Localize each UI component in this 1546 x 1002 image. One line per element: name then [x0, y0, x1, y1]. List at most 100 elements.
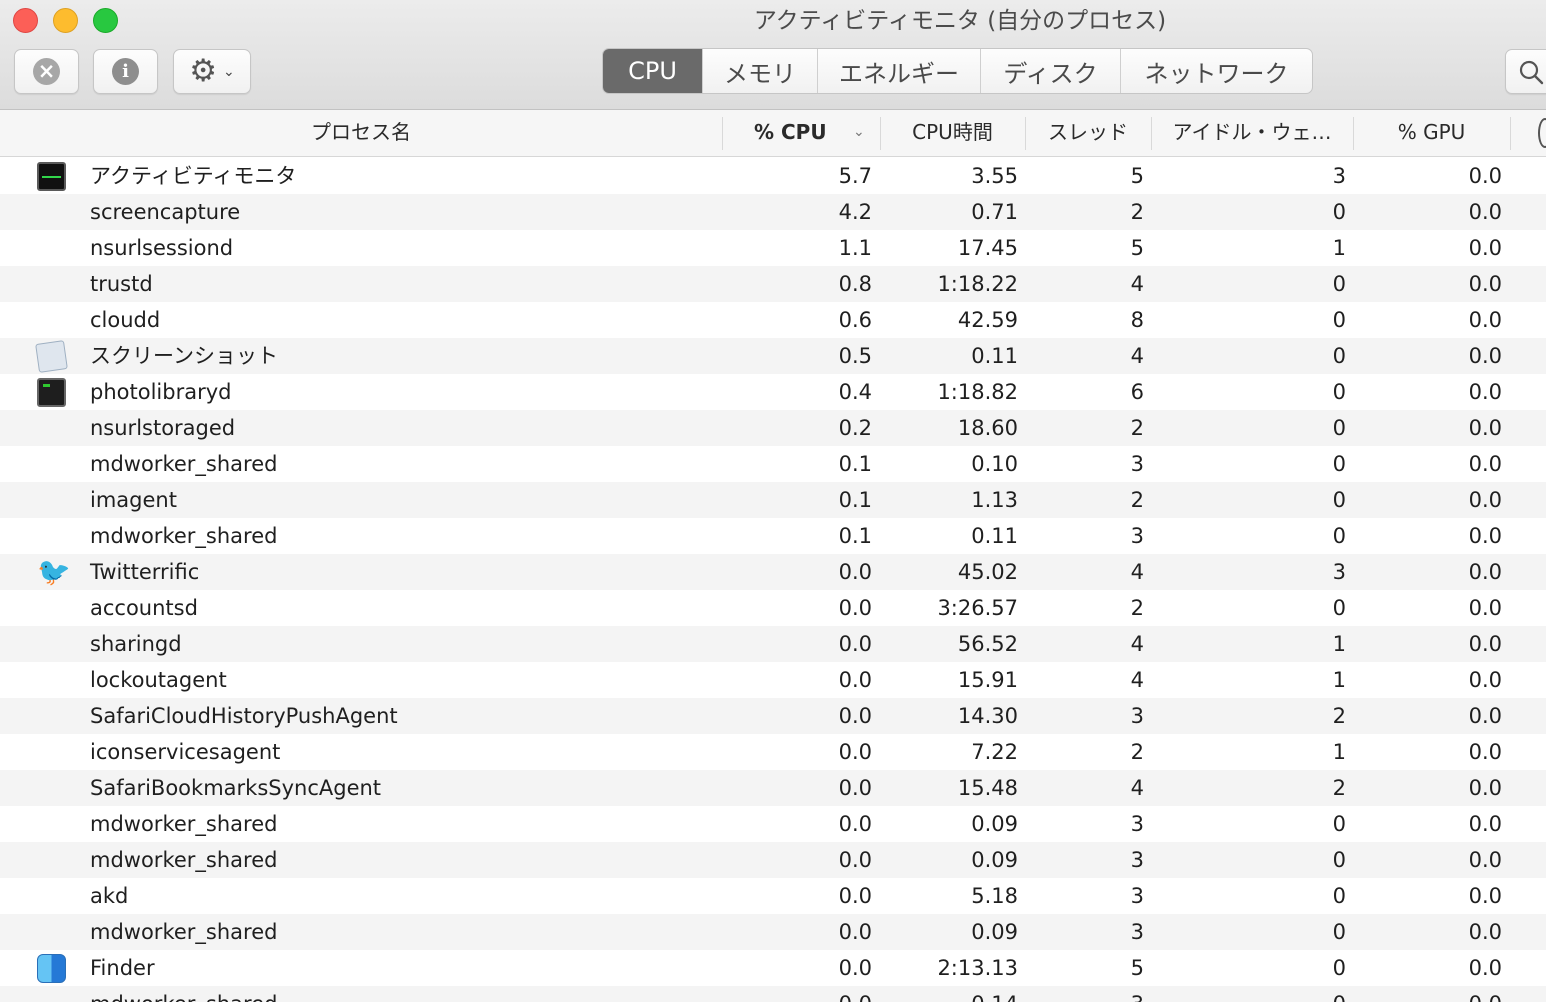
cpu-time: 2:13.13 — [937, 956, 1018, 980]
table-row[interactable]: Finder 0.0 2:13.13 5 0 0.0 — [0, 950, 1546, 986]
table-row[interactable]: nsurlsessiond 1.1 17.45 5 1 0.0 — [0, 230, 1546, 266]
search-field[interactable] — [1505, 49, 1546, 94]
gpu-percent: 0.0 — [1468, 236, 1502, 260]
table-row[interactable]: スクリーンショット 0.5 0.11 4 0 0.0 — [0, 338, 1546, 374]
table-row[interactable]: mdworker_shared 0.0 0.09 3 0 0.0 — [0, 842, 1546, 878]
column-divider[interactable] — [1510, 117, 1511, 150]
thread-count: 2 — [1130, 596, 1144, 620]
tab-disk[interactable]: ディスク — [981, 49, 1121, 93]
cpu-percent: 0.1 — [838, 452, 872, 476]
cpu-time: 0.09 — [971, 920, 1018, 944]
table-row[interactable]: mdworker_shared 0.1 0.10 3 0 0.0 — [0, 446, 1546, 482]
column-header-cpu[interactable]: % CPU — [754, 110, 827, 157]
table-row[interactable]: imagent 0.1 1.13 2 0 0.0 — [0, 482, 1546, 518]
cpu-time: 18.60 — [957, 416, 1018, 440]
action-menu-button[interactable]: ⚙ ⌄ — [173, 49, 251, 94]
table-row[interactable]: akd 0.0 5.18 3 0 0.0 — [0, 878, 1546, 914]
table-row[interactable]: accountsd 0.0 3:26.57 2 0 0.0 — [0, 590, 1546, 626]
cpu-time: 0.09 — [971, 848, 1018, 872]
table-row[interactable]: mdworker_shared 0.0 0.14 3 0 0.0 — [0, 986, 1546, 1002]
gpu-percent: 0.0 — [1468, 776, 1502, 800]
table-row[interactable]: screencapture 4.2 0.71 2 0 0.0 — [0, 194, 1546, 230]
window-zoom-button[interactable] — [93, 8, 118, 33]
cpu-time: 1:18.22 — [937, 272, 1018, 296]
idle-wake-ups: 0 — [1332, 452, 1346, 476]
column-header-overflow[interactable] — [1538, 118, 1546, 148]
x-circle-icon: × — [33, 58, 60, 85]
cpu-percent: 0.0 — [838, 560, 872, 584]
tab-energy[interactable]: エネルギー — [818, 49, 981, 93]
table-row[interactable]: trustd 0.8 1:18.22 4 0 0.0 — [0, 266, 1546, 302]
idle-wake-ups: 0 — [1170, 986, 1346, 1002]
process-name: mdworker_shared — [90, 812, 278, 836]
thread-count: 5 — [1130, 236, 1144, 260]
thread-count: 3 — [1130, 884, 1144, 908]
process-name: スクリーンショット — [90, 344, 278, 368]
column-header-gpu[interactable]: % GPU — [1353, 110, 1510, 157]
idle-wake-ups: 2 — [1332, 704, 1346, 728]
thread-count: 4 — [1130, 668, 1144, 692]
process-table: アクティビティモニタ 5.7 3.55 5 3 0.0 screencapture 4.2 0.… — [0, 158, 1546, 1002]
process-name: nsurlstoraged — [90, 416, 236, 440]
idle-wake-ups: 0 — [1332, 272, 1346, 296]
process-name: imagent — [90, 488, 177, 512]
table-row[interactable]: SafariBookmarksSyncAgent 0.0 15.48 4 2 0.0 — [0, 770, 1546, 806]
column-header-idle-wake-ups[interactable]: アイドル・ウェ… — [1151, 110, 1353, 157]
window-minimize-button[interactable] — [53, 8, 78, 33]
thread-count: 2 — [1130, 416, 1144, 440]
cpu-time: 5.18 — [971, 884, 1018, 908]
gpu-percent: 0.0 — [1468, 560, 1502, 584]
table-row[interactable]: mdworker_shared 0.0 0.09 3 0 0.0 — [0, 806, 1546, 842]
cpu-percent: 0.6 — [838, 308, 872, 332]
tab-memory[interactable]: メモリ — [703, 49, 818, 93]
table-row[interactable]: nsurlstoraged 0.2 18.60 2 0 0.0 — [0, 410, 1546, 446]
cpu-percent: 0.0 — [838, 740, 872, 764]
cpu-time: 1.13 — [971, 488, 1018, 512]
cpu-percent: 0.1 — [838, 488, 872, 512]
table-row[interactable]: mdworker_shared 0.0 0.09 3 0 0.0 — [0, 914, 1546, 950]
table-row[interactable]: SafariCloudHistoryPushAgent 0.0 14.30 3 2 0.0 — [0, 698, 1546, 734]
thread-count: 4 — [1130, 272, 1144, 296]
idle-wake-ups: 0 — [1332, 488, 1346, 512]
thread-count: 5 — [1130, 956, 1144, 980]
info-icon: i — [112, 58, 139, 85]
thread-count: 5 — [1130, 164, 1144, 188]
tab-network[interactable]: ネットワーク — [1121, 49, 1312, 93]
table-row[interactable]: lockoutagent 0.0 15.91 4 1 0.0 — [0, 662, 1546, 698]
gpu-percent: 0.0 — [1468, 452, 1502, 476]
cpu-percent: 0.2 — [838, 416, 872, 440]
cpu-percent: 0.1 — [838, 524, 872, 548]
column-header-cpu-time[interactable]: CPU時間 — [880, 110, 1025, 157]
gpu-percent: 0.0 — [1468, 920, 1502, 944]
sort-descending-icon: ⌄ — [853, 124, 865, 140]
stop-process-button[interactable]: × — [14, 49, 79, 94]
window-close-button[interactable] — [13, 8, 38, 33]
gpu-percent: 0.0 — [1468, 956, 1502, 980]
column-header-process-name[interactable]: プロセス名 — [0, 110, 722, 157]
table-row[interactable]: mdworker_shared 0.1 0.11 3 0 0.0 — [0, 518, 1546, 554]
cpu-percent: 0.4 — [838, 380, 872, 404]
column-divider[interactable] — [722, 117, 723, 150]
table-row[interactable]: 🐦 Twitterrific 0.0 45.02 4 3 0.0 — [0, 554, 1546, 590]
table-row[interactable]: iconservicesagent 0.0 7.22 2 1 0.0 — [0, 734, 1546, 770]
cpu-time: 56.52 — [957, 632, 1018, 656]
thread-count: 3 — [1040, 986, 1144, 1002]
cpu-percent: 0.5 — [838, 344, 872, 368]
table-row[interactable]: アクティビティモニタ 5.7 3.55 5 3 0.0 — [0, 158, 1546, 194]
gpu-percent: 0.0 — [1468, 812, 1502, 836]
table-row[interactable]: photolibraryd 0.4 1:18.82 6 0 0.0 — [0, 374, 1546, 410]
process-name: sharingd — [90, 632, 182, 656]
tab-cpu[interactable]: CPU — [603, 49, 703, 93]
cpu-time: 0.14 — [890, 986, 1018, 1002]
cpu-time: 0.10 — [971, 452, 1018, 476]
idle-wake-ups: 0 — [1332, 884, 1346, 908]
table-row[interactable]: cloudd 0.6 42.59 8 0 0.0 — [0, 302, 1546, 338]
process-name: screencapture — [90, 200, 241, 224]
table-row[interactable]: sharingd 0.0 56.52 4 1 0.0 — [0, 626, 1546, 662]
inspect-process-button[interactable]: i — [93, 49, 158, 94]
idle-wake-ups: 0 — [1332, 416, 1346, 440]
process-name: SafariBookmarksSyncAgent — [90, 776, 382, 800]
process-name: アクティビティモニタ — [90, 164, 297, 188]
column-header-threads[interactable]: スレッド — [1025, 110, 1151, 157]
activity-monitor-icon — [37, 162, 66, 191]
